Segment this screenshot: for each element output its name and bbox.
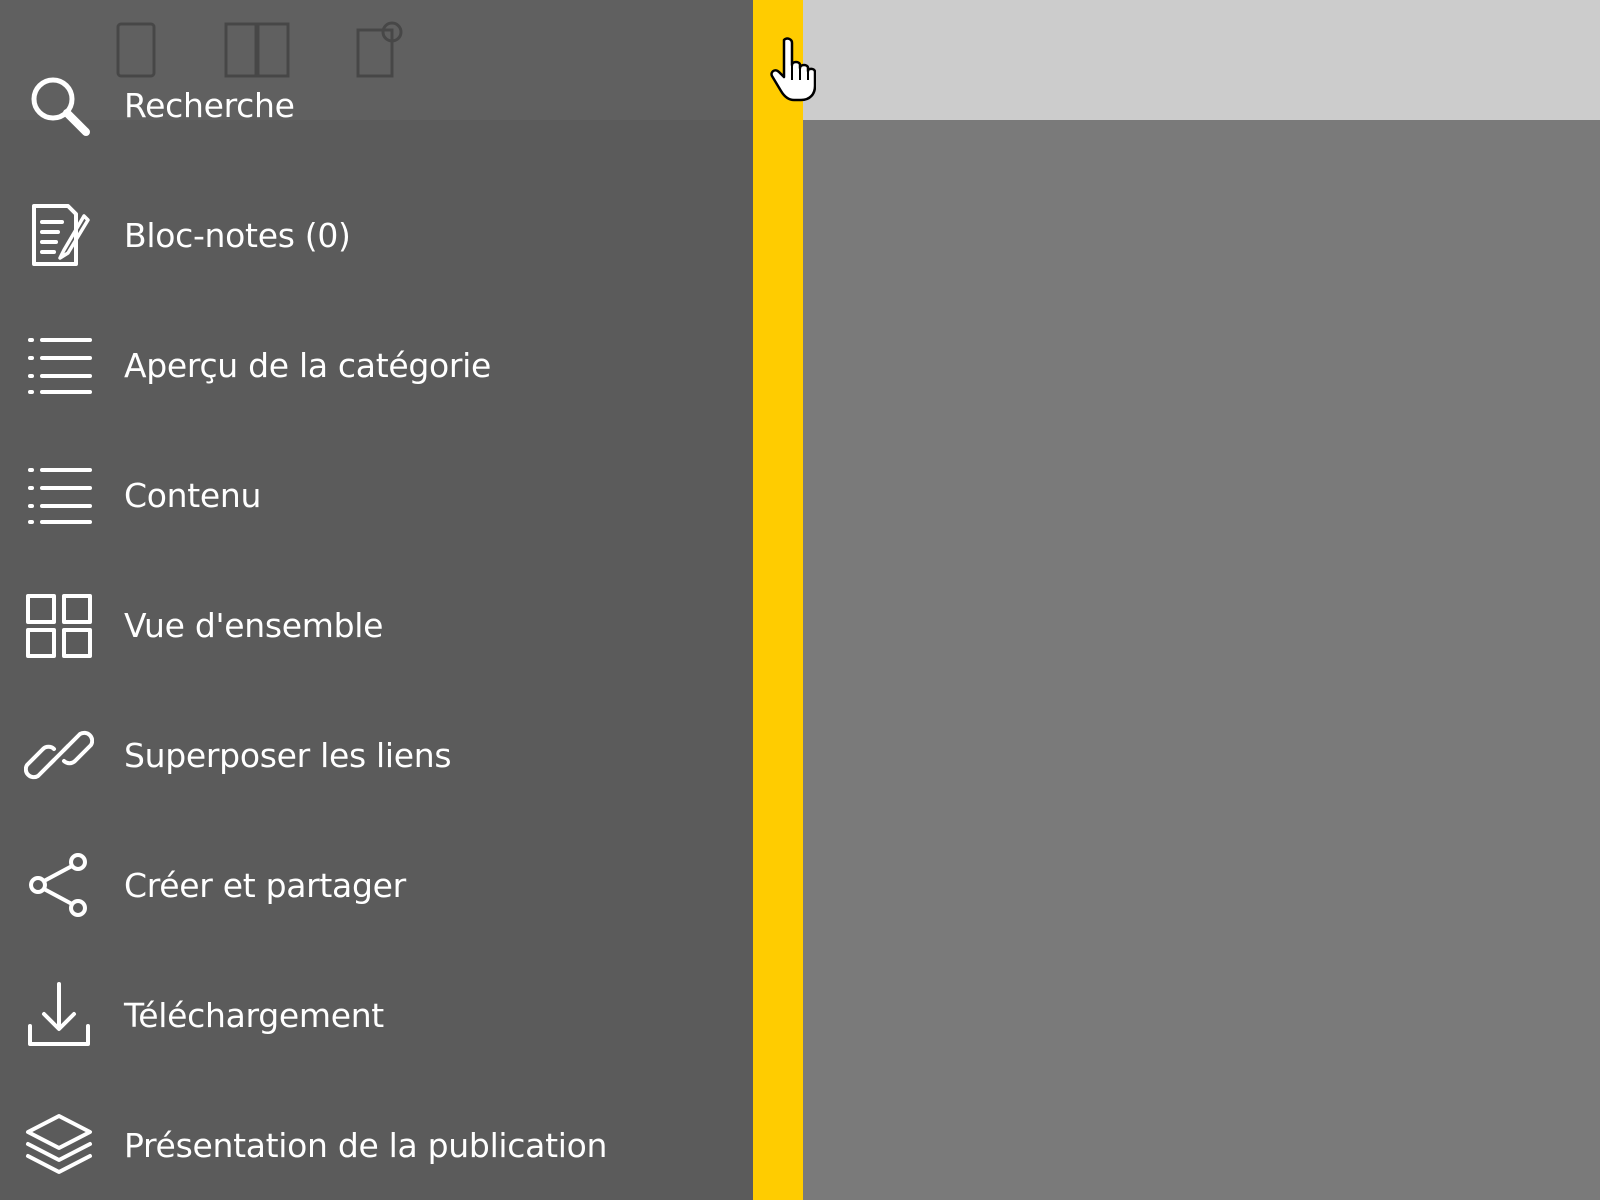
download-icon [24,980,94,1050]
menu-item-label: Bloc-notes (0) [124,215,351,255]
list-icon [24,330,94,400]
menu-item-label: Téléchargement [124,995,384,1035]
share-icon [24,850,94,920]
link-icon [24,720,94,790]
menu-item-label: Aperçu de la catégorie [124,345,492,385]
menu-item-overview[interactable]: Vue d'ensemble [0,560,753,690]
menu-item-contents[interactable]: Contenu [0,430,753,560]
menu-item-label: Contenu [124,475,262,515]
menu-item-download[interactable]: Téléchargement [0,950,753,1080]
app-screen: Recherche Bloc-notes (0) Aperçu de la ca… [0,0,1600,1200]
side-menu: Recherche Bloc-notes (0) Aperçu de la ca… [0,0,753,1200]
menu-item-overlay-links[interactable]: Superposer les liens [0,690,753,820]
layers-icon [24,1110,94,1180]
main-content-area [803,0,1600,1200]
menu-item-label: Créer et partager [124,865,406,905]
list-icon [24,460,94,530]
menu-item-publication-presentation[interactable]: Présentation de la publication [0,1080,753,1200]
menu-item-search[interactable]: Recherche [0,40,753,170]
menu-list: Recherche Bloc-notes (0) Aperçu de la ca… [0,40,753,1200]
hand-cursor-icon [770,36,817,102]
panel-resize-handle[interactable] [753,0,803,1200]
menu-item-create-share[interactable]: Créer et partager [0,820,753,950]
main-top-bar [803,0,1600,120]
menu-item-category-overview[interactable]: Aperçu de la catégorie [0,300,753,430]
grid-icon [24,590,94,660]
menu-item-label: Superposer les liens [124,735,452,775]
search-icon [24,70,94,140]
notepad-icon [24,200,94,270]
menu-item-notepad[interactable]: Bloc-notes (0) [0,170,753,300]
menu-item-label: Présentation de la publication [124,1125,608,1165]
menu-item-label: Vue d'ensemble [124,605,384,645]
menu-item-label: Recherche [124,85,295,125]
